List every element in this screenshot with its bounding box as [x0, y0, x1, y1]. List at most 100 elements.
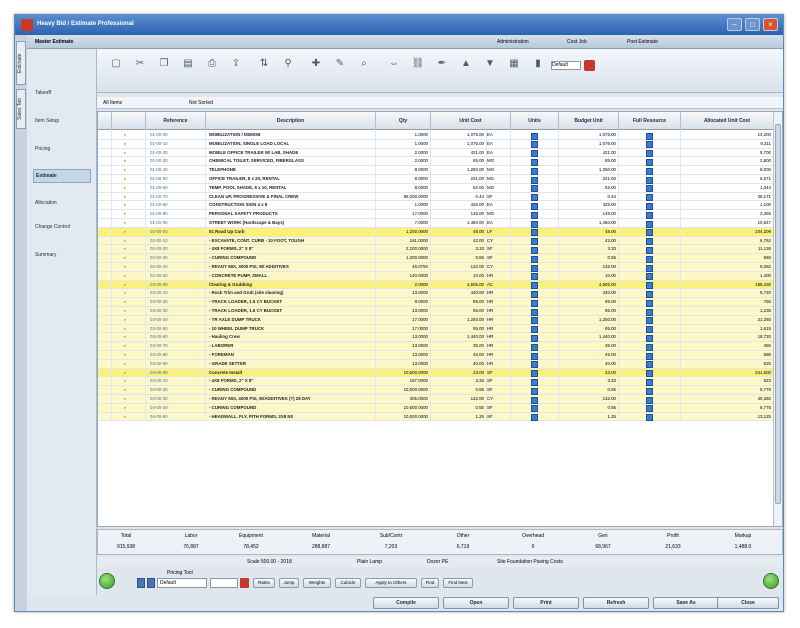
include-checkbox[interactable] [619, 219, 681, 228]
row-selector[interactable] [98, 386, 112, 395]
row-selector[interactable] [98, 175, 112, 184]
cell-cost[interactable]: 1.25 [431, 412, 487, 422]
cell-unit[interactable]: SF [487, 386, 511, 395]
include-checkbox[interactable] [511, 395, 559, 404]
add-icon[interactable]: ✚ [309, 57, 323, 71]
include-checkbox[interactable] [619, 271, 681, 281]
include-checkbox[interactable] [511, 359, 559, 369]
nav-item-pricing[interactable]: Pricing [33, 143, 91, 155]
cell-alloc[interactable]: 104,209 [681, 227, 774, 237]
cell-qty[interactable]: 13.0000 [376, 351, 431, 360]
cell-unit[interactable]: SF [487, 377, 511, 387]
include-checkbox[interactable] [619, 333, 681, 343]
include-checkbox[interactable] [511, 324, 559, 334]
cell-qty[interactable]: 13.0000 [376, 307, 431, 316]
include-checkbox[interactable] [619, 131, 681, 140]
cell-budget[interactable]: 52.00 [559, 183, 619, 193]
close-icon[interactable]: × [763, 18, 778, 31]
cell-cost[interactable]: 1,250.00 [431, 315, 487, 325]
include-checkbox[interactable] [619, 175, 681, 184]
include-checkbox[interactable] [511, 157, 559, 167]
row-selector[interactable] [98, 377, 112, 387]
include-checkbox[interactable] [619, 183, 681, 193]
cell-cost[interactable]: 421.00 [431, 148, 487, 158]
include-checkbox[interactable] [619, 324, 681, 334]
include-checkbox[interactable] [619, 315, 681, 325]
row-selector[interactable] [98, 395, 112, 404]
cell-qty[interactable]: 10,500.0000 [376, 403, 431, 413]
cell-alloc[interactable]: 660 [681, 254, 774, 263]
side-tab-sales[interactable]: Sales Tab [16, 89, 26, 129]
export-icon[interactable]: ⇪ [229, 57, 243, 71]
move-icon[interactable]: ⇔ [387, 57, 401, 71]
cell-desc[interactable]: PERSONAL SAFETY PRODUCTS [206, 210, 376, 219]
cell-alloc[interactable]: 5,775 [681, 403, 774, 413]
cell-budget[interactable]: 48.00 [559, 227, 619, 237]
cell-cost[interactable]: 0.55 [431, 254, 487, 263]
table-row[interactable]: ▸ 01-00-40 TELEPHONE 8.0000 1,250.00 MO 1,250.… [98, 166, 774, 175]
row-selector[interactable] [98, 315, 112, 325]
cubicle-button[interactable]: Cubicle [335, 578, 361, 588]
cell-desc[interactable]: MOBILE OFFICE TRAILER W/ LAB, SHADE [206, 148, 376, 158]
include-checkbox[interactable] [619, 263, 681, 272]
include-checkbox[interactable] [511, 201, 559, 211]
cell-alloc[interactable]: 14,200 [681, 131, 774, 140]
cell-budget[interactable]: 10.00 [559, 271, 619, 281]
col-units[interactable]: Units [511, 112, 559, 130]
table-row[interactable]: ▸ 03-00-10- Rock Trim and Grub (site clea… [98, 289, 774, 299]
row-selector[interactable] [98, 219, 112, 228]
include-checkbox[interactable] [511, 377, 559, 387]
cell-cost[interactable]: 1,250.00 [431, 166, 487, 175]
cell-cost[interactable]: 23.00 [431, 368, 487, 378]
include-checkbox[interactable] [619, 236, 681, 246]
cell-ref[interactable]: 02-00-10 [146, 236, 206, 246]
cell-budget[interactable]: 0.44 [559, 192, 619, 202]
include-checkbox[interactable] [511, 131, 559, 140]
cell-cost[interactable]: 0.44 [431, 192, 487, 202]
cell-alloc[interactable]: 6,571 [681, 175, 774, 184]
table-row[interactable]: ▸ 04-00-40- CURING COMPOUND 10,500.0000 0.5… [98, 403, 774, 413]
cell-cost[interactable]: 0.55 [431, 386, 487, 395]
include-checkbox[interactable] [619, 280, 681, 290]
cell-unit[interactable]: CY [487, 395, 511, 404]
cell-ref[interactable]: 01-00-90 [146, 210, 206, 219]
cell-qty[interactable]: 10,500.0000 [376, 368, 431, 378]
cut-icon[interactable]: ✂ [133, 57, 147, 71]
row-selector[interactable] [98, 183, 112, 193]
cell-unit[interactable]: HR [487, 359, 511, 369]
cell-alloc[interactable]: 455 [681, 342, 774, 351]
cell-unit[interactable]: MO [487, 157, 511, 167]
scrollbar-thumb[interactable] [775, 124, 781, 504]
cell-ref[interactable]: 03-00-10 [146, 289, 206, 299]
cell-budget[interactable]: 440.00 [559, 289, 619, 299]
cell-unit[interactable]: MO [487, 210, 511, 219]
row-selector[interactable] [98, 289, 112, 299]
cell-desc[interactable]: - TRACK LOADER, 1.5 CY BUCKET [206, 307, 376, 316]
compile-button[interactable]: Compile [373, 597, 439, 609]
cell-alloc[interactable]: 40,392 [681, 395, 774, 404]
cell-budget[interactable]: 1.25 [559, 412, 619, 422]
cell-qty[interactable]: 13.0000 [376, 333, 431, 343]
cell-desc[interactable]: - FOREMAN [206, 351, 376, 360]
cell-budget[interactable]: 1,076.00 [559, 131, 619, 140]
cell-cost[interactable]: 35.00 [431, 342, 487, 351]
down-icon[interactable]: ▼ [483, 57, 497, 71]
cell-desc[interactable]: - CURING COMPOUND [206, 403, 376, 413]
cell-desc[interactable]: - LABORER [206, 342, 376, 351]
cell-ref[interactable]: 02-00-00 [146, 227, 206, 237]
cell-budget[interactable]: 23.00 [559, 368, 619, 378]
table-row[interactable]: ▸ 03-00-40- TR AXLE DUMP TRUCK 17.0000 1,25… [98, 315, 774, 325]
sort-state[interactable]: Not Sorted [189, 100, 213, 106]
table-row[interactable]: ▸ 01-00-30 CHEMICAL TOILET, SERVICED, FIBE… [98, 157, 774, 167]
row-selector[interactable] [98, 307, 112, 316]
cell-budget[interactable]: 35.00 [559, 342, 619, 351]
nav-item-estimate[interactable]: Estimate [33, 169, 91, 183]
stop-icon[interactable] [584, 60, 595, 71]
include-checkbox[interactable] [511, 227, 559, 237]
table-row[interactable]: ▸ 01-00-80 CONSTRUCTION SIGN 4 x 8 1.0000 42… [98, 201, 774, 211]
cell-unit[interactable]: HR [487, 315, 511, 325]
include-checkbox[interactable] [619, 351, 681, 360]
cell-alloc[interactable]: 1,100 [681, 201, 774, 211]
nav-next-icon[interactable] [147, 578, 155, 588]
sort-icon[interactable]: ⇅ [257, 57, 271, 71]
